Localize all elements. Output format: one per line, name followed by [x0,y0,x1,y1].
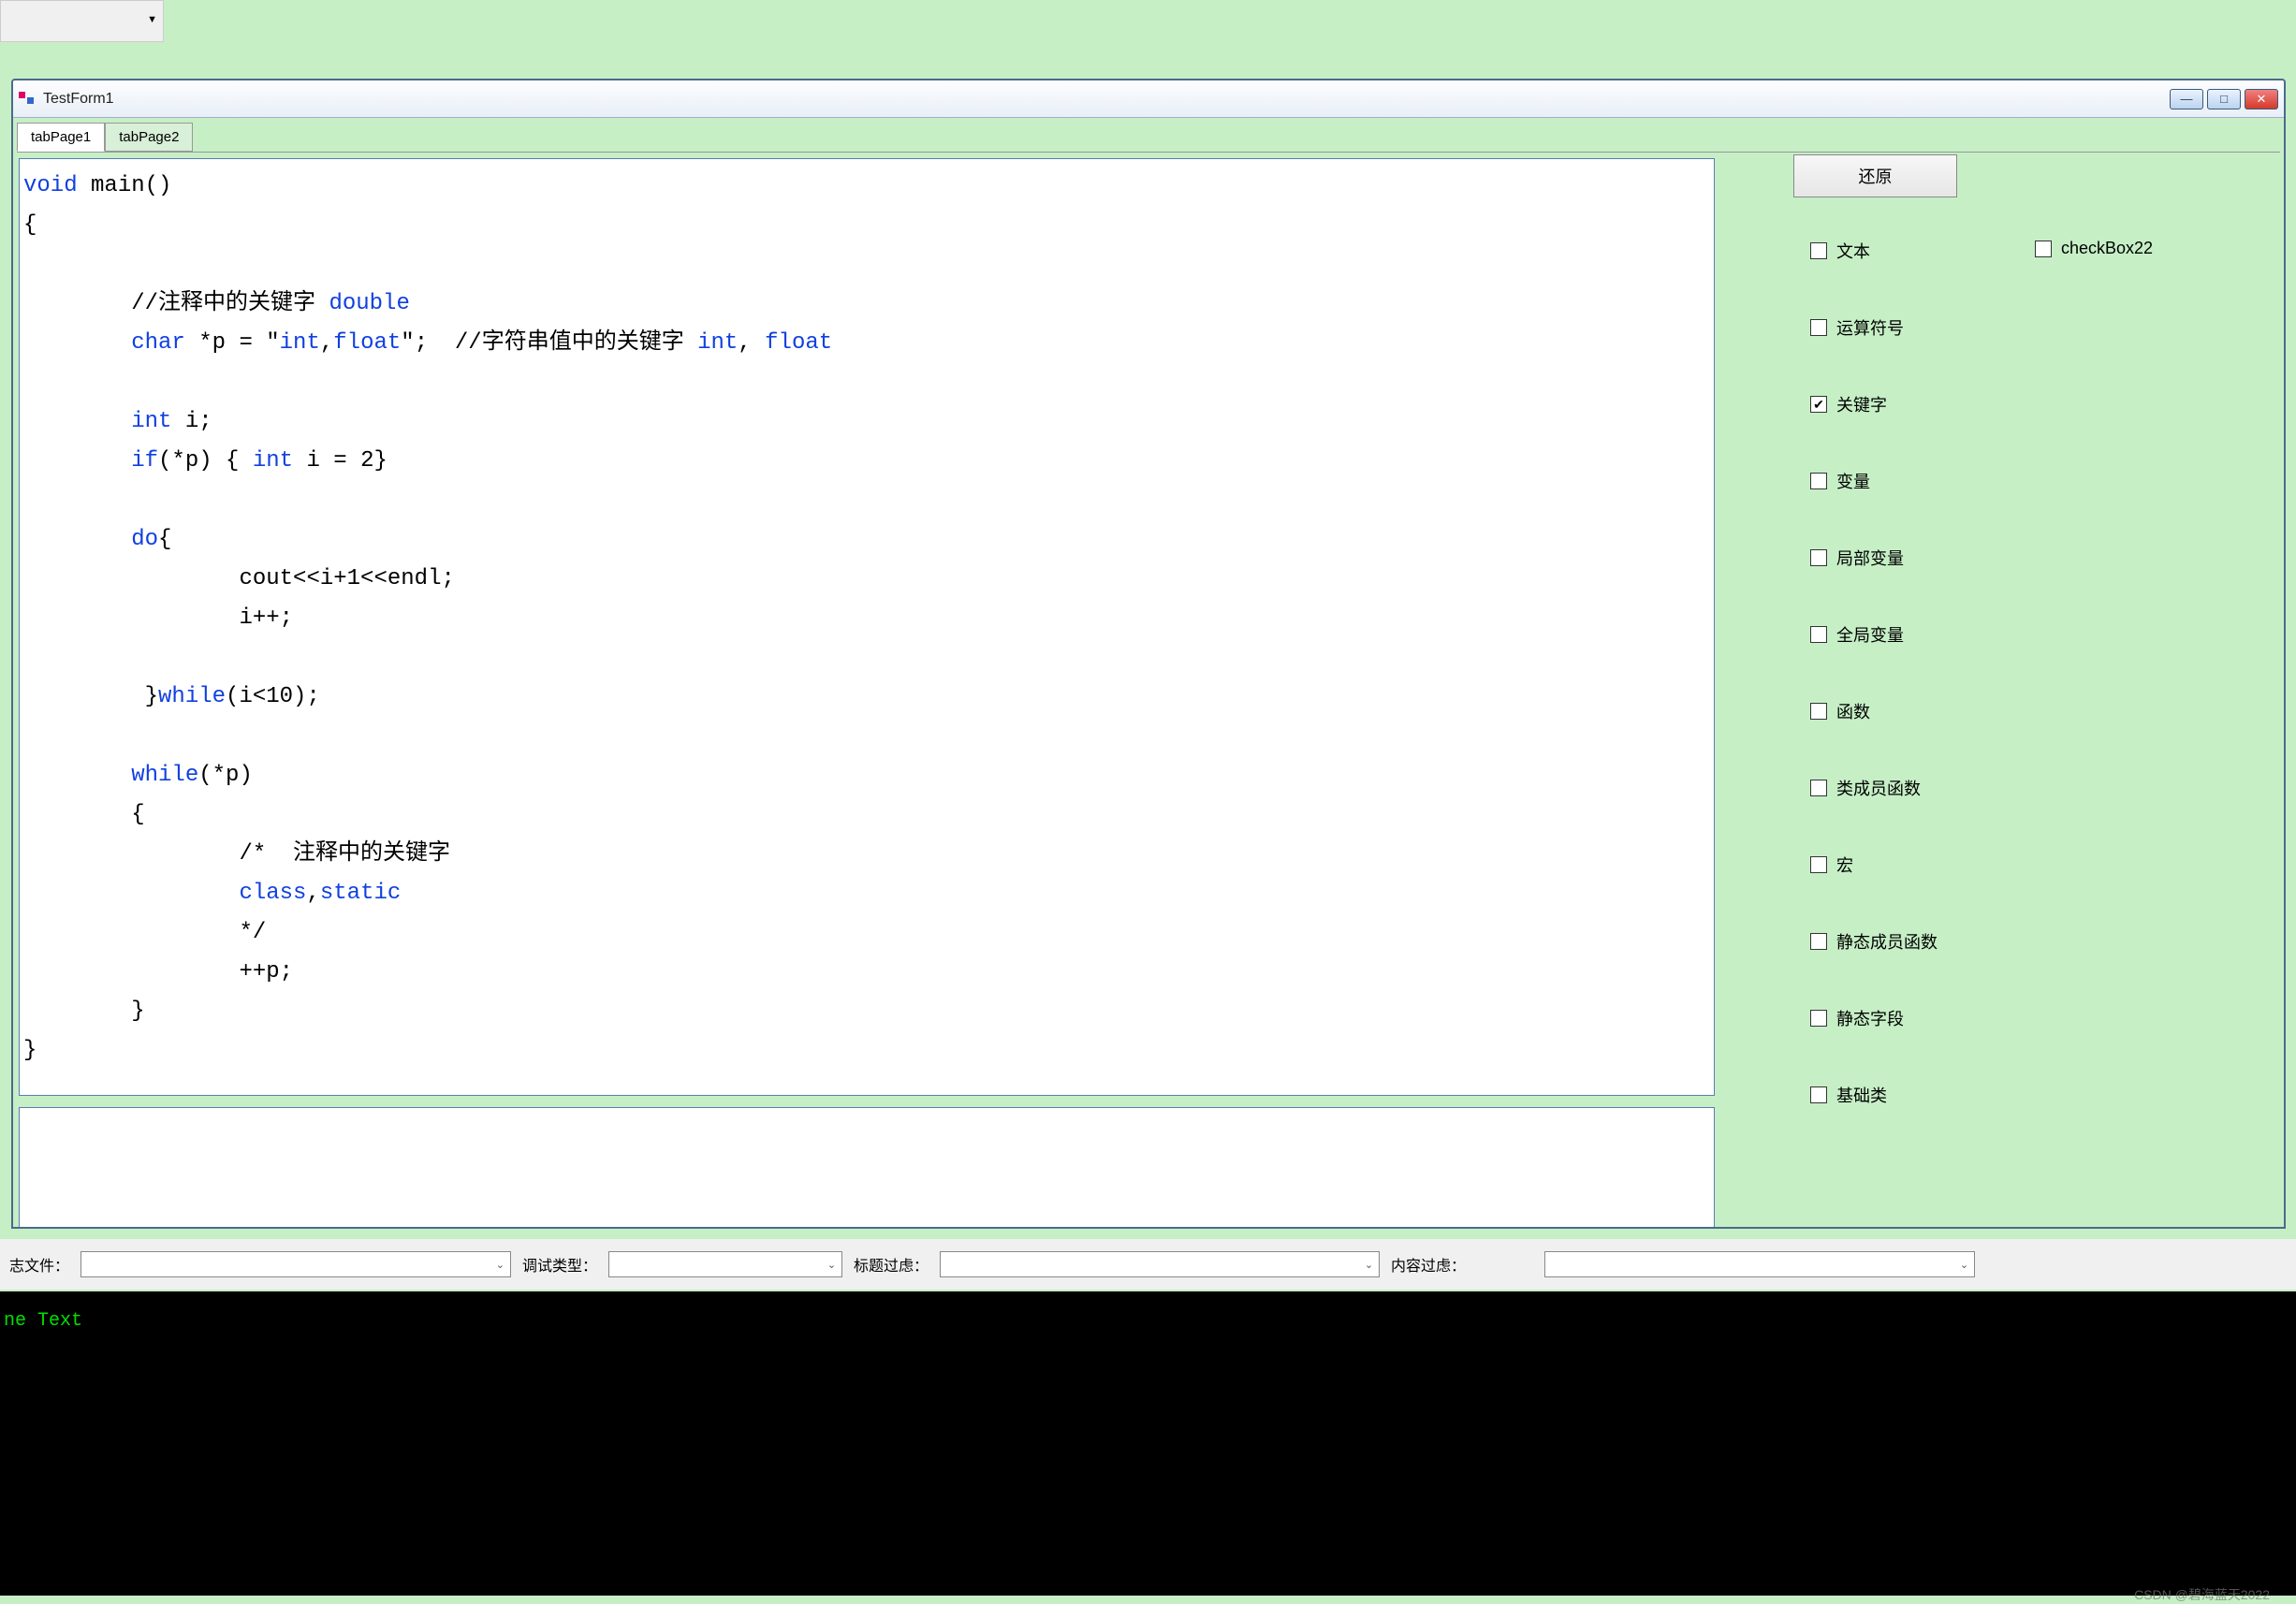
app-icon [19,91,36,108]
label-debug-type: 调试类型： [522,1253,597,1276]
chevron-down-icon: ⌄ [1960,1259,1968,1271]
checkbox-column-1: 文本运算符号 ✔ 关键字变量局部变量全局变量函数类成员函数宏静态成员函数静态字段基础… [1810,239,1938,1107]
checkbox-文本[interactable]: 文本 [1810,239,1938,263]
console-output: ne Text [0,1291,2296,1596]
checkbox-label: 文本 [1836,239,1870,263]
checkbox-checkBox22[interactable]: checkBox22 [2035,239,2153,258]
checkbox-label: 关键字 [1836,392,1887,416]
console-text: ne Text [4,1310,82,1332]
checkbox-静态成员函数[interactable]: 静态成员函数 [1810,929,1938,954]
checkbox-label: 静态成员函数 [1836,929,1938,954]
tabstrip: tabPage1 tabPage2 [17,122,2280,152]
chevron-down-icon: ⌄ [1365,1259,1373,1271]
combo-content-filter[interactable]: ⌄ [1544,1251,1975,1277]
checkbox-label: 运算符号 [1836,315,1904,340]
checkbox-box-icon [1810,1086,1827,1103]
checkbox-box-icon [1810,780,1827,796]
toolbar-dropdown-icon[interactable]: ▼ [147,14,157,25]
restore-button[interactable]: 还原 [1793,154,1957,197]
checkbox-label: checkBox22 [2061,239,2153,258]
tab-tabpage1[interactable]: tabPage1 [17,123,105,152]
checkbox-关键字[interactable]: ✔ 关键字 [1810,392,1938,416]
app-window: TestForm1 — □ ✕ tabPage1 tabPage2 void m… [11,79,2286,1229]
checkbox-基础类[interactable]: 基础类 [1810,1083,1938,1107]
chevron-down-icon: ⌄ [496,1259,505,1271]
checkbox-label: 全局变量 [1836,622,1904,647]
checkbox-label: 函数 [1836,699,1870,723]
checkbox-宏[interactable]: 宏 [1810,853,1938,877]
checkbox-box-icon: ✔ [1810,396,1827,413]
checkbox-box-icon [1810,856,1827,873]
chevron-down-icon: ⌄ [827,1259,836,1271]
close-button[interactable]: ✕ [2245,89,2278,109]
window-title: TestForm1 [43,91,114,108]
combo-log-file[interactable]: ⌄ [80,1251,511,1277]
maximize-button[interactable]: □ [2207,89,2241,109]
checkbox-box-icon [2035,241,2052,257]
tab-tabpage2[interactable]: tabPage2 [105,123,193,152]
outer-toolbar: ▼ [0,0,164,42]
checkbox-label: 变量 [1836,469,1870,493]
combo-debug-type[interactable]: ⌄ [608,1251,842,1277]
checkbox-box-icon [1810,242,1827,259]
checkbox-label: 类成员函数 [1836,776,1921,800]
secondary-editor[interactable] [19,1107,1715,1229]
window-body: tabPage1 tabPage2 void main() { //注释中的关键… [17,122,2280,1223]
tab-content: void main() { //注释中的关键字 double char *p =… [17,152,2280,1223]
checkbox-全局变量[interactable]: 全局变量 [1810,622,1938,647]
checkbox-label: 宏 [1836,853,1853,877]
combo-title-filter[interactable]: ⌄ [940,1251,1380,1277]
checkbox-box-icon [1810,703,1827,720]
checkbox-label: 静态字段 [1836,1006,1904,1030]
code-editor[interactable]: void main() { //注释中的关键字 double char *p =… [19,158,1715,1096]
titlebar: TestForm1 — □ ✕ [13,80,2284,118]
checkbox-局部变量[interactable]: 局部变量 [1810,546,1938,570]
label-title-filter: 标题过虑： [854,1253,929,1276]
checkbox-函数[interactable]: 函数 [1810,699,1938,723]
checkbox-变量[interactable]: 变量 [1810,469,1938,493]
checkbox-column-2: checkBox22 [2035,239,2153,258]
checkbox-box-icon [1810,1010,1827,1027]
label-log-file: 志文件： [9,1253,69,1276]
window-buttons: — □ ✕ [2170,89,2278,109]
minimize-button[interactable]: — [2170,89,2203,109]
checkbox-box-icon [1810,626,1827,643]
checkbox-box-icon [1810,933,1827,950]
checkbox-运算符号[interactable]: 运算符号 [1810,315,1938,340]
checkbox-label: 基础类 [1836,1083,1887,1107]
checkbox-box-icon [1810,319,1827,336]
checkbox-静态字段[interactable]: 静态字段 [1810,1006,1938,1030]
checkbox-类成员函数[interactable]: 类成员函数 [1810,776,1938,800]
sidebar: 还原 文本运算符号✔关键字变量局部变量全局变量函数类成员函数宏静态成员函数静态字… [1793,154,2271,197]
watermark: CSDN @碧海蓝天2022 [2134,1585,2270,1604]
checkbox-label: 局部变量 [1836,546,1904,570]
label-content-filter: 内容过虑： [1391,1253,1466,1276]
bottom-toolbar: 志文件： ⌄ 调试类型： ⌄ 标题过虑： ⌄ 内容过虑： ⌄ [0,1239,2296,1290]
checkbox-box-icon [1810,549,1827,566]
checkbox-box-icon [1810,473,1827,489]
